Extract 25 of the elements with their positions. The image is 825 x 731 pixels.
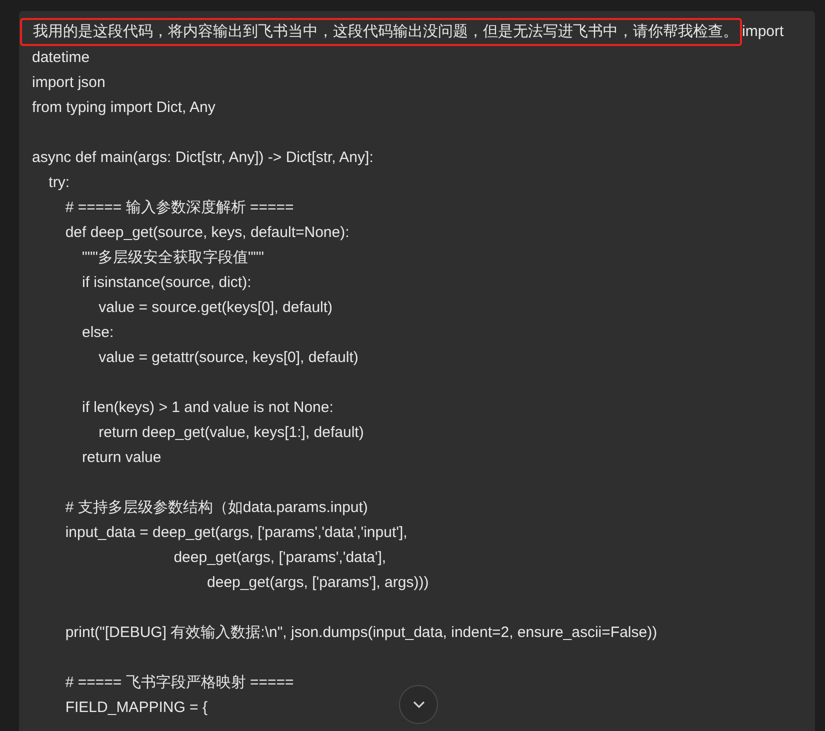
code-line: input_data = deep_get(args, ['params','data','input'], <box>64 523 408 543</box>
code-line: def deep_get(source, keys, default=None): <box>64 223 350 243</box>
code-line: if len(keys) > 1 and value is not None: <box>81 398 334 418</box>
chevron-down-icon <box>412 700 424 708</box>
code-line: from typing import Dict, Any <box>32 98 216 118</box>
code-line: return deep_get(value, keys[1:], default) <box>98 423 364 443</box>
code-line: try: <box>48 173 70 193</box>
code-line: print("[DEBUG] 有效输入数据:\n", json.dumps(input_data, indent=2, ensure_ascii=False)) <box>64 623 658 643</box>
code-line: # ===== 输入参数深度解析 ===== <box>64 198 294 218</box>
code-line: import <box>742 22 784 42</box>
code-line: value = source.get(keys[0], default) <box>98 298 333 318</box>
code-line: deep_get(args, ['params'], args))) <box>206 573 429 593</box>
code-line: return value <box>81 448 162 468</box>
code-line: datetime <box>32 48 90 68</box>
code-line: # 支持多层级参数结构（如data.params.input) <box>64 498 368 518</box>
code-line: if isinstance(source, dict): <box>81 273 252 293</box>
code-line: async def main(args: Dict[str, Any]) -> Dict[str, Any]: <box>32 148 374 168</box>
code-line: else: <box>81 323 114 343</box>
code-line: FIELD_MAPPING = { <box>64 698 208 718</box>
code-line: import json <box>32 73 106 93</box>
code-line: """多层级安全获取字段值""" <box>81 248 264 268</box>
code-line: # ===== 飞书字段严格映射 ===== <box>64 673 294 693</box>
highlighted-question: 我用的是这段代码，将内容输出到飞书当中，这段代码输出没问题，但是无法写进飞书中，请你帮我检查。 <box>20 18 742 46</box>
code-line: deep_get(args, ['params','data'], <box>172 548 386 568</box>
code-line: value = getattr(source, keys[0], default) <box>98 348 358 368</box>
